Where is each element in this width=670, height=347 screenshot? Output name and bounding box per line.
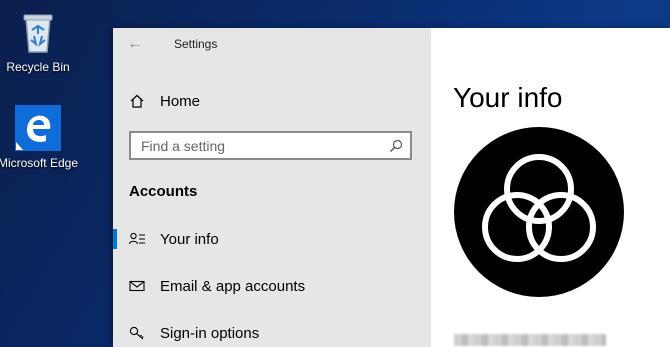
home-icon	[130, 94, 144, 108]
nav-home[interactable]: Home	[130, 91, 200, 111]
nav-item-sign-in-options[interactable]: Sign-in options	[113, 320, 431, 346]
search-input[interactable]: Find a setting	[129, 131, 412, 160]
blurred-account-name	[454, 334, 606, 346]
desktop-icon-recycle-bin[interactable]: Recycle Bin	[0, 8, 80, 74]
back-button[interactable]: ←	[125, 34, 145, 54]
recycle-bin-icon	[14, 8, 62, 56]
title-bar: ← Settings	[113, 28, 431, 60]
nav-item-your-info[interactable]: Your info	[113, 226, 431, 252]
person-icon	[129, 232, 145, 245]
key-icon	[129, 326, 144, 340]
search-placeholder: Find a setting	[141, 138, 226, 154]
avatar[interactable]	[454, 127, 624, 297]
nav-item-label: Your info	[160, 230, 219, 248]
nav-item-email-app-accounts[interactable]: Email & app accounts	[113, 273, 431, 299]
desktop-icon-label: Recycle Bin	[6, 60, 70, 74]
nav-home-label: Home	[160, 92, 201, 110]
page-title: Your info	[453, 82, 563, 113]
mail-icon	[129, 280, 145, 292]
section-heading: Accounts	[129, 183, 198, 200]
settings-sidebar: ← Settings Home Find a setting Accounts	[113, 28, 431, 347]
settings-content: Your info	[431, 28, 670, 347]
settings-window: ← Settings Home Find a setting Accounts	[113, 28, 670, 347]
app-title: Settings	[174, 37, 218, 51]
edge-icon	[14, 104, 62, 152]
selected-indicator	[113, 229, 117, 249]
nav-item-label: Sign-in options	[160, 324, 260, 342]
search-icon[interactable]	[389, 139, 403, 153]
desktop-icon-label: Microsoft Edge	[0, 156, 79, 170]
desktop-icon-edge[interactable]: Microsoft Edge	[0, 104, 80, 170]
back-arrow-icon: ←	[127, 35, 143, 52]
nav-item-label: Email & app accounts	[160, 277, 306, 295]
